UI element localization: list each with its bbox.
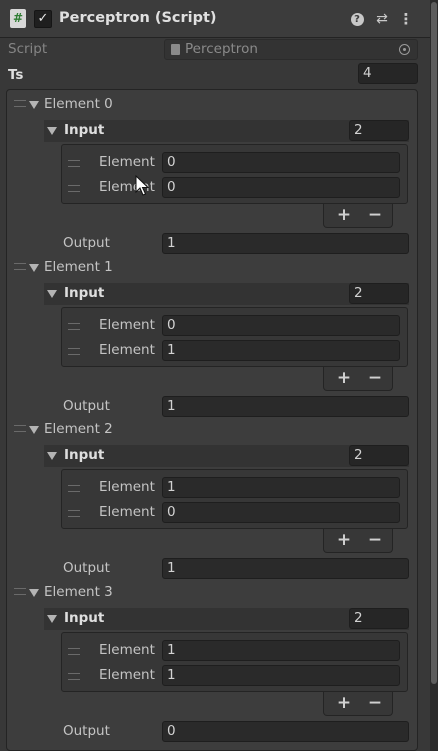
element-foldout-arrow-icon[interactable] (29, 426, 39, 434)
add-item-button[interactable]: + (333, 693, 355, 713)
element-label[interactable]: Element 3 (44, 584, 113, 600)
element-label[interactable]: Element 1 (44, 259, 113, 275)
input-size-field[interactable]: 2 (349, 283, 409, 304)
input-size-field[interactable]: 2 (349, 608, 409, 629)
remove-item-button[interactable]: − (364, 205, 386, 225)
item-drag-handle[interactable] (68, 185, 80, 192)
element-label[interactable]: Element 0 (44, 96, 113, 112)
element-drag-handle[interactable] (14, 263, 26, 270)
input-label: Input (64, 122, 105, 138)
context-menu-icon[interactable]: ⋮ (398, 11, 414, 27)
element-foldout-arrow-icon[interactable] (29, 101, 39, 109)
ts-label: Ts (8, 67, 24, 83)
remove-item-button[interactable]: − (364, 368, 386, 388)
output-value-field[interactable]: 0 (162, 721, 409, 742)
item-value-field[interactable]: 0 (162, 502, 400, 523)
item-drag-handle[interactable] (68, 485, 80, 492)
element-drag-handle[interactable] (14, 100, 26, 107)
output-label: Output (63, 398, 110, 414)
item-value-field[interactable]: 1 (162, 665, 400, 686)
item-drag-handle[interactable] (68, 510, 80, 517)
mouse-cursor-icon (135, 175, 149, 196)
element-foldout-arrow-icon[interactable] (29, 264, 39, 272)
ts-size-field[interactable]: 4 (358, 63, 418, 84)
add-item-button[interactable]: + (333, 530, 355, 550)
output-value-field[interactable]: 1 (162, 558, 409, 579)
item-drag-handle[interactable] (68, 323, 80, 330)
input-foldout-arrow-icon[interactable] (47, 290, 57, 298)
element-drag-handle[interactable] (14, 425, 26, 432)
script-label: Script (8, 41, 48, 57)
item-drag-handle[interactable] (68, 348, 80, 355)
input-foldout-arrow-icon[interactable] (47, 615, 57, 623)
item-label: Element (99, 479, 155, 495)
element-foldout-arrow-icon[interactable] (29, 589, 39, 597)
output-label: Output (63, 560, 110, 576)
item-drag-handle[interactable] (68, 160, 80, 167)
remove-item-button[interactable]: − (364, 693, 386, 713)
item-label: Element (99, 317, 155, 333)
item-label: Element (99, 642, 155, 658)
item-value-field[interactable]: 1 (162, 640, 400, 661)
object-picker-icon[interactable] (399, 44, 410, 55)
remove-item-button[interactable]: − (364, 530, 386, 550)
input-label: Input (64, 610, 105, 626)
item-value-field[interactable]: 0 (162, 152, 400, 173)
output-value-field[interactable]: 1 (162, 396, 409, 417)
element-drag-handle[interactable] (14, 588, 26, 595)
component-title: Perceptron (Script) (59, 10, 217, 26)
item-value-field[interactable]: 0 (162, 177, 400, 198)
script-object-field[interactable]: Perceptron (164, 39, 418, 60)
input-label: Input (64, 447, 105, 463)
item-label: Element (99, 342, 155, 358)
csharp-script-icon: # (10, 9, 26, 28)
output-label: Output (63, 723, 110, 739)
item-label: Element (99, 667, 155, 683)
item-value-field[interactable]: 0 (162, 315, 400, 336)
element-label[interactable]: Element 2 (44, 421, 113, 437)
item-value-field[interactable]: 1 (162, 340, 400, 361)
output-value-field[interactable]: 1 (162, 233, 409, 254)
component-enabled-checkbox[interactable]: ✓ (34, 10, 52, 28)
add-item-button[interactable]: + (333, 368, 355, 388)
add-item-button[interactable]: + (333, 205, 355, 225)
input-size-field[interactable]: 2 (349, 120, 409, 141)
help-icon[interactable]: ? (349, 11, 365, 27)
item-label: Element (99, 154, 155, 170)
item-label: Element (99, 504, 155, 520)
script-file-icon (171, 44, 180, 55)
item-drag-handle[interactable] (68, 648, 80, 655)
scrollbar-thumb[interactable] (431, 2, 437, 684)
input-label: Input (64, 285, 105, 301)
input-foldout-arrow-icon[interactable] (47, 452, 57, 460)
input-size-field[interactable]: 2 (349, 445, 409, 466)
script-value: Perceptron (185, 41, 258, 57)
output-label: Output (63, 235, 110, 251)
item-value-field[interactable]: 1 (162, 477, 400, 498)
input-foldout-arrow-icon[interactable] (47, 127, 57, 135)
item-drag-handle[interactable] (68, 673, 80, 680)
preset-icon[interactable]: ⇄ (374, 11, 390, 27)
